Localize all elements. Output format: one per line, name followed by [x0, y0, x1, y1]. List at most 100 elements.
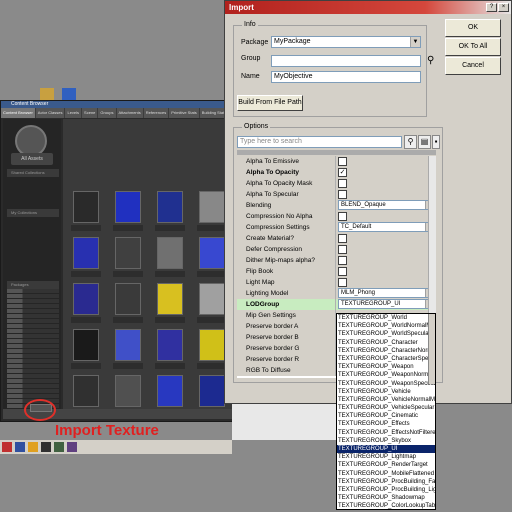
tab-attachments[interactable]: Attachments — [116, 108, 143, 118]
property-checkbox[interactable] — [338, 267, 347, 276]
property-row[interactable]: Flip Book — [237, 266, 436, 277]
dropdown-option[interactable]: TEXTUREGROUP_Vehicle — [337, 388, 435, 396]
taskbar-app-icon[interactable] — [2, 442, 12, 452]
package-tree-item[interactable] — [7, 324, 59, 328]
asset-thumbnail[interactable] — [157, 375, 183, 407]
dropdown-option[interactable]: TEXTUREGROUP_VehicleSpecular — [337, 404, 435, 412]
asset-thumbnail[interactable] — [199, 329, 225, 361]
property-row[interactable]: Light Map — [237, 277, 436, 288]
asset-thumbnail[interactable] — [157, 329, 183, 361]
dropdown-option[interactable]: TEXTUREGROUP_RenderTarget — [337, 461, 435, 469]
package-tree-item[interactable] — [7, 394, 59, 398]
package-tree-item[interactable] — [7, 339, 59, 343]
package-tree-item[interactable] — [7, 294, 59, 298]
asset-thumbnail[interactable] — [73, 329, 99, 361]
tab-content-browser[interactable]: Content Browser — [1, 108, 35, 118]
property-row[interactable]: Alpha To Specular — [237, 189, 436, 200]
asset-thumbnail[interactable] — [73, 191, 99, 223]
package-tree-item[interactable] — [7, 349, 59, 353]
property-combo[interactable]: TC_Default▼ — [338, 222, 434, 232]
group-field[interactable] — [271, 55, 421, 67]
property-search-input[interactable]: Type here to search — [237, 136, 402, 148]
packages-header[interactable]: Packages — [7, 281, 59, 289]
property-row[interactable]: Compression SettingsTC_Default▼ — [237, 222, 436, 233]
asset-thumbnail[interactable] — [199, 237, 225, 269]
dropdown-option[interactable]: TEXTUREGROUP_Weapon — [337, 363, 435, 371]
property-row[interactable]: Defer Compression — [237, 244, 436, 255]
taskbar-app-icon[interactable] — [15, 442, 25, 452]
copy-icon[interactable]: ▤ — [418, 135, 431, 149]
taskbar-app-icon[interactable] — [54, 442, 64, 452]
build-from-file-path-button[interactable]: Build From File Path — [237, 95, 303, 111]
property-checkbox[interactable] — [338, 212, 347, 221]
asset-thumbnail[interactable] — [199, 191, 225, 223]
property-row[interactable]: Alpha To Opacity ✓ — [237, 167, 436, 178]
property-combo[interactable]: BLEND_Opaque▼ — [338, 200, 434, 210]
dropdown-option[interactable]: TEXTUREGROUP_WeaponNormalMap — [337, 371, 435, 379]
dropdown-option[interactable]: TEXTUREGROUP_ProcBuilding_LightMap — [337, 486, 435, 494]
dropdown-option[interactable]: TEXTUREGROUP_Lightmap — [337, 453, 435, 461]
property-checkbox[interactable] — [338, 234, 347, 243]
property-checkbox[interactable] — [338, 157, 347, 166]
dropdown-option[interactable]: TEXTUREGROUP_Cinematic — [337, 412, 435, 420]
dropdown-option[interactable]: TEXTUREGROUP_EffectsNotFiltered — [337, 429, 435, 437]
asset-thumbnail[interactable] — [157, 283, 183, 315]
package-tree-item[interactable] — [7, 354, 59, 358]
asset-thumbnail[interactable] — [115, 237, 141, 269]
chevron-down-icon[interactable]: ▼ — [410, 37, 420, 47]
asset-thumbnail[interactable] — [73, 375, 99, 407]
property-checkbox[interactable] — [338, 190, 347, 199]
package-tree-item[interactable] — [7, 379, 59, 383]
asset-thumbnail[interactable] — [199, 283, 225, 315]
asset-thumbnail[interactable] — [115, 375, 141, 407]
name-field[interactable]: MyObjective — [271, 71, 421, 83]
dropdown-option[interactable]: TEXTUREGROUP_WorldNormalMap — [337, 322, 435, 330]
dropdown-option[interactable]: TEXTUREGROUP_ColorLookupTable — [337, 502, 435, 509]
tab-references[interactable]: References — [143, 108, 169, 118]
help-icon[interactable]: ? — [486, 3, 497, 12]
tab-groups[interactable]: Groups — [98, 108, 116, 118]
package-tree-item[interactable] — [7, 304, 59, 308]
tab-levels[interactable]: Levels — [65, 108, 82, 118]
tab-actor-classes[interactable]: Actor Classes — [35, 108, 65, 118]
asset-thumbnail[interactable] — [73, 237, 99, 269]
binoculars-icon[interactable]: ⚲ — [427, 55, 434, 67]
asset-thumbnail[interactable] — [115, 329, 141, 361]
property-row[interactable]: Dither Mip-maps alpha? — [237, 255, 436, 266]
asset-thumbnail[interactable] — [73, 283, 99, 315]
dropdown-option[interactable]: TEXTUREGROUP_WeaponSpecular — [337, 380, 435, 388]
cancel-button[interactable]: Cancel — [445, 57, 501, 75]
package-tree-item[interactable] — [7, 334, 59, 338]
dropdown-option[interactable]: TEXTUREGROUP_VehicleNormalMap — [337, 396, 435, 404]
package-tree[interactable] — [7, 289, 59, 409]
asset-thumbnail[interactable] — [157, 191, 183, 223]
property-checkbox[interactable] — [338, 278, 347, 287]
all-assets-button[interactable]: All Assets — [11, 153, 53, 165]
property-checkbox[interactable] — [338, 179, 347, 188]
package-combo[interactable]: MyPackage ▼ — [271, 36, 421, 48]
package-tree-item[interactable] — [7, 384, 59, 388]
property-row[interactable]: Create Material? — [237, 233, 436, 244]
tab-primitive-stats[interactable]: Primitive Stats — [169, 108, 199, 118]
package-tree-item[interactable] — [7, 389, 59, 393]
dropdown-option[interactable]: TEXTUREGROUP_UI — [337, 445, 435, 454]
package-tree-item[interactable] — [7, 329, 59, 333]
dropdown-option[interactable]: TEXTUREGROUP_WorldSpecular — [337, 330, 435, 338]
property-row[interactable]: BlendingBLEND_Opaque▼ — [237, 200, 436, 211]
dropdown-option[interactable]: TEXTUREGROUP_MobileFlattened — [337, 470, 435, 478]
dropdown-option[interactable]: TEXTUREGROUP_CharacterNormalMap — [337, 347, 435, 355]
package-tree-item[interactable] — [7, 344, 59, 348]
shared-collections-header[interactable]: Shared Collections — [7, 169, 59, 177]
dropdown-option[interactable]: TEXTUREGROUP_Skybox — [337, 437, 435, 445]
package-tree-item[interactable] — [7, 314, 59, 318]
property-checkbox[interactable] — [338, 256, 347, 265]
property-checkbox[interactable] — [338, 245, 347, 254]
property-combo[interactable]: MLM_Phong▼ — [338, 288, 434, 298]
expand-icon[interactable]: ▪ — [432, 135, 440, 149]
asset-thumbnail[interactable] — [115, 191, 141, 223]
property-row[interactable]: Lighting ModelMLM_Phong▼ — [237, 288, 436, 299]
package-tree-item[interactable] — [7, 309, 59, 313]
dropdown-scrollbar[interactable] — [428, 314, 435, 384]
dropdown-option[interactable]: TEXTUREGROUP_Character — [337, 339, 435, 347]
asset-thumbnail[interactable] — [115, 283, 141, 315]
